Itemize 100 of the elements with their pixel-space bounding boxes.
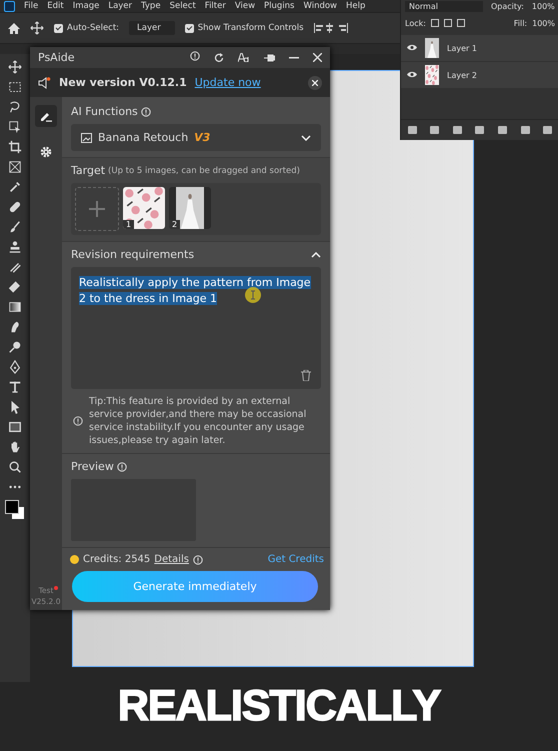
version-notice: New version V0.12.1 <box>59 76 187 89</box>
cursor-highlight-icon <box>245 287 261 303</box>
chevron-down-icon <box>301 134 311 140</box>
image-thumbnail <box>176 187 204 229</box>
menu-item[interactable]: Image <box>72 1 100 11</box>
menu-item[interactable]: Help <box>346 1 366 11</box>
edit-tab[interactable] <box>35 105 57 127</box>
opacity-value[interactable]: 100% <box>532 2 555 10</box>
image-thumbnail <box>123 187 165 229</box>
zoom-tool-icon[interactable] <box>8 460 22 474</box>
select-tool-icon[interactable] <box>8 120 22 134</box>
caption-text: REALISTICALLY <box>118 682 440 731</box>
section-title: Revision requirements <box>71 248 194 261</box>
image-index: 2 <box>169 220 180 229</box>
layer-thumbnail <box>425 38 439 58</box>
crop-tool-icon[interactable] <box>8 140 22 154</box>
font-size-icon[interactable] <box>238 53 250 62</box>
image-icon <box>81 132 92 142</box>
menu-item[interactable]: Filter <box>204 1 226 11</box>
menu-item[interactable]: Window <box>303 1 337 11</box>
color-swatch[interactable] <box>5 500 25 520</box>
tip-text: Tip:This feature is provided by an external service provider,and there may be occasional service instability.If you encounter any usage issues,please try again later. <box>89 395 308 447</box>
fill-value[interactable]: 100% <box>532 18 555 28</box>
menu-item[interactable]: Type <box>141 1 161 11</box>
menu-item[interactable]: Edit <box>47 1 64 11</box>
eye-icon[interactable] <box>407 44 417 50</box>
checkbox[interactable] <box>54 24 63 32</box>
panel-title: PsAide <box>38 51 76 64</box>
fill-label: Fill: <box>514 18 528 28</box>
layer-dropdown[interactable]: Layer <box>129 21 175 35</box>
chevron-up-icon[interactable] <box>311 252 321 258</box>
info-icon <box>192 554 203 564</box>
panel-action-icon[interactable] <box>543 126 552 134</box>
close-icon[interactable] <box>308 76 322 90</box>
stamp-tool-icon[interactable] <box>8 240 22 254</box>
close-icon[interactable] <box>313 53 322 62</box>
function-dropdown[interactable]: Banana Retouch V3 <box>71 124 321 151</box>
menu-item[interactable]: File <box>24 1 38 11</box>
hint-text: (Up to 5 images, can be dragged and sorted) <box>108 166 300 176</box>
frame-tool-icon[interactable] <box>8 160 22 174</box>
trash-icon[interactable] <box>301 370 311 381</box>
info-icon <box>73 416 83 426</box>
status-dot <box>54 586 58 590</box>
info-icon <box>190 51 200 61</box>
dodge-tool-icon[interactable] <box>8 340 22 354</box>
eye-icon[interactable] <box>407 70 417 78</box>
menu-item[interactable]: Layer <box>108 1 132 11</box>
home-icon[interactable] <box>8 22 20 34</box>
plus-icon <box>89 201 105 217</box>
speaker-icon <box>38 76 51 88</box>
lasso-tool-icon[interactable] <box>8 100 22 114</box>
section-title: Target <box>71 164 106 177</box>
section-title: Preview <box>71 460 114 473</box>
menu-item[interactable]: View <box>234 1 256 11</box>
pin-icon[interactable] <box>264 54 275 62</box>
refresh-icon[interactable] <box>214 52 224 62</box>
model-version-label: V3 <box>194 131 210 144</box>
blend-mode-dropdown[interactable]: Normal <box>405 0 483 12</box>
update-link[interactable]: Update now <box>194 76 261 89</box>
panel-action-icon[interactable] <box>452 126 462 134</box>
layer-thumbnail <box>425 65 439 85</box>
move-tool-icon[interactable] <box>30 21 44 35</box>
layer-row[interactable]: Layer 1 <box>401 35 558 61</box>
section-title: AI Functions <box>71 105 138 118</box>
requirements-input[interactable]: Realistically apply the pattern from Image 2 to the dress in Image 1 <box>71 267 321 389</box>
menu-item[interactable]: Plugins <box>264 1 294 11</box>
type-tool-icon[interactable] <box>8 380 22 394</box>
panel-action-icon[interactable] <box>520 126 530 134</box>
credits-count: Credits: 2545 <box>83 554 150 565</box>
marquee-tool-icon[interactable] <box>8 80 22 94</box>
app-logo-icon[interactable] <box>4 0 15 12</box>
settings-icon <box>40 146 52 158</box>
layer-row[interactable]: Layer 2 <box>401 62 558 88</box>
panel-action-icon[interactable] <box>475 126 484 134</box>
coin-icon <box>70 555 79 564</box>
layer-name: Layer 1 <box>447 44 477 52</box>
pencil-icon <box>40 110 52 122</box>
info-icon <box>116 462 127 472</box>
checkbox-label: Auto-Select: <box>67 23 120 33</box>
menu-item[interactable]: Select <box>170 1 196 11</box>
panel-action-icon[interactable] <box>408 126 417 134</box>
details-link[interactable]: Details <box>154 554 189 565</box>
gradient-tool-icon[interactable] <box>8 300 22 314</box>
checkbox[interactable] <box>184 24 194 32</box>
minimize-icon[interactable] <box>289 56 299 58</box>
info-icon <box>140 106 151 116</box>
image-index: 1 <box>123 220 134 229</box>
move-tool-icon[interactable] <box>8 60 22 74</box>
rect-tool-icon[interactable] <box>8 420 22 434</box>
panel-action-icon[interactable] <box>498 126 508 134</box>
lock-label: Lock: <box>405 18 426 28</box>
function-name: Banana Retouch <box>98 131 188 144</box>
add-image-button[interactable] <box>75 187 119 231</box>
get-credits-link[interactable]: Get Credits <box>268 554 324 565</box>
eyedropper-tool-icon[interactable] <box>8 180 22 194</box>
pen-tool-icon[interactable] <box>8 360 22 374</box>
opacity-label: Opacity: <box>491 2 524 10</box>
panel-action-icon[interactable] <box>430 126 440 134</box>
align-icon[interactable] <box>314 23 350 33</box>
brush-tool-icon[interactable] <box>8 220 22 234</box>
